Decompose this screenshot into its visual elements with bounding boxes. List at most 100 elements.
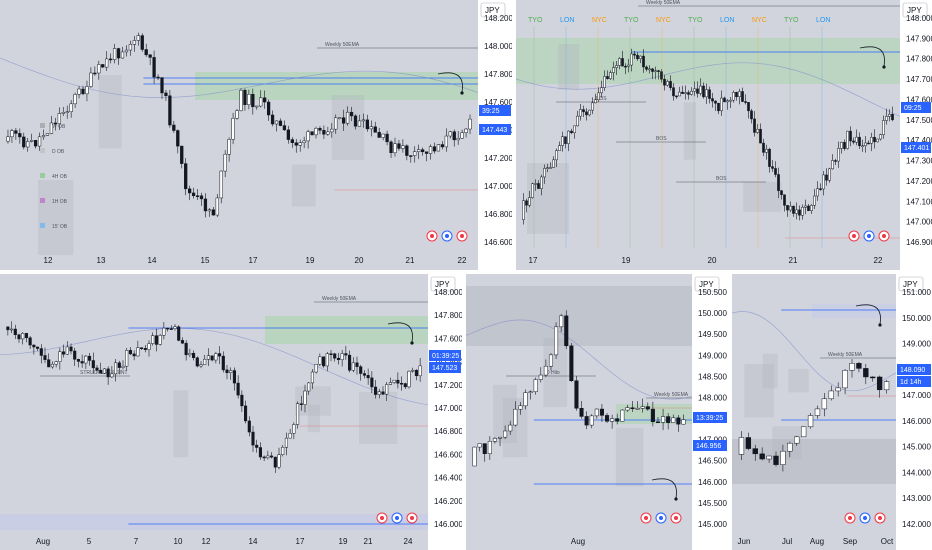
c1-ob-box-1 <box>37 179 74 255</box>
c1-candle-body-14 <box>61 112 65 114</box>
c4-candle-body-18 <box>564 315 569 347</box>
c2-candle-body-100 <box>822 174 825 190</box>
c1-candle-body-16 <box>69 103 73 113</box>
c3-candle-body-66 <box>251 431 255 446</box>
c5-candle-body-11 <box>814 408 821 416</box>
c3-event-icon-dot-0 <box>380 516 384 520</box>
c5-candle-body-20 <box>876 376 883 391</box>
c3-price-tick-7: 146.600 <box>434 450 462 459</box>
c2-candle-body-96 <box>810 205 813 211</box>
c2-session-7: NYC <box>752 17 767 24</box>
c1-candle-body-57 <box>231 117 235 140</box>
c1-legend-item-0: W OB <box>52 124 66 130</box>
c1-candle-body-47 <box>191 192 196 196</box>
c1-candle-body-8 <box>37 136 42 147</box>
chart-1-svg: Weekly 50EMAW OBD OB4H OB1H OB15' OBJPY1… <box>0 0 512 270</box>
c3-date-tick-6: 17 <box>296 537 305 546</box>
c1-candle-body-109 <box>436 144 441 152</box>
c2-candle-body-57 <box>693 88 696 92</box>
c1-candle-body-0 <box>6 136 10 142</box>
c5-candle-body-8 <box>794 436 800 444</box>
chart-panel-3[interactable]: Weekly 50EMA STRUCTURE POINT JPY 148.000 147… <box>0 274 462 550</box>
c2-candle-body-81 <box>765 148 768 153</box>
c2-date-tick-2: 20 <box>708 256 717 265</box>
c5-date-tick-3: Sep <box>843 537 858 546</box>
c3-candle-body-4 <box>21 333 25 340</box>
c1-candle-body-2 <box>14 130 18 134</box>
c4-price-tick-8: 146.500 <box>698 457 727 466</box>
c1-date-tick-0: 12 <box>44 256 53 265</box>
c4-candle-body-36 <box>655 421 661 423</box>
c3-date-tick-1: 5 <box>87 537 92 546</box>
c3-price-tick-8: 146.400 <box>434 474 462 483</box>
c3-zone-0 <box>265 316 428 344</box>
c4-candle-body-13 <box>538 374 543 380</box>
c3-candle-body-81 <box>307 382 311 392</box>
chart-panel-1[interactable]: Weekly 50EMA W OB D OB 4H OB 1H OB 15' OB JPY 1… <box>0 0 512 270</box>
c3-ob-box-3 <box>295 386 331 416</box>
chart-panel-2[interactable]: Weekly 50EMA BOS BOS BOS TYO LON NYC TYO NYC TYO L… <box>516 0 932 270</box>
c1-date-tick-7: 21 <box>406 256 415 265</box>
c3-price-tick-2: 147.600 <box>434 334 462 343</box>
c2-candle-body-0 <box>522 200 525 220</box>
chart-panel-5[interactable]: Weekly 50EMAJPY151.000150.000149.000148.… <box>732 274 932 550</box>
c4-candle-body-32 <box>635 408 640 410</box>
c2-candle-body-30 <box>612 67 615 73</box>
c1-candle-body-41 <box>168 95 172 126</box>
c3-candle-body-13 <box>54 361 58 365</box>
c1-candle-body-63 <box>255 105 259 108</box>
c1-candle-body-69 <box>278 120 283 126</box>
c3-candle-body-62 <box>236 382 240 396</box>
c1-candle-body-3 <box>18 133 22 138</box>
c2-candle-body-107 <box>843 142 846 149</box>
c3-date-tick-8: 21 <box>364 537 373 546</box>
c2-candle-body-31 <box>615 65 618 68</box>
c1-candle-body-96 <box>385 133 389 143</box>
c3-ob-box-0 <box>173 390 189 458</box>
c1-candle-body-98 <box>393 143 397 154</box>
c4-candle-body-12 <box>533 379 538 393</box>
c3-candle-body-24 <box>95 367 99 371</box>
c3-candle-body-95 <box>359 366 363 374</box>
c2-candle-body-24 <box>594 99 597 104</box>
c1-candle-body-51 <box>207 209 212 212</box>
c2-candle-body-46 <box>660 71 663 80</box>
c4-price-tick-2: 149.500 <box>698 330 727 339</box>
c4-event-icon-dot-2 <box>674 516 678 520</box>
c4-price-tick-4: 148.500 <box>698 372 727 381</box>
c1-legend-item-3: 1H OB <box>52 199 68 205</box>
c2-candle-body-54 <box>684 92 687 94</box>
c2-candle-body-22 <box>588 109 591 116</box>
c4-event-icon-dot-1 <box>659 516 663 520</box>
c3-candle-body-55 <box>210 355 214 361</box>
c3-candle-body-49 <box>188 352 192 356</box>
c1-candle-body-78 <box>314 128 318 136</box>
c3-candle-body-44 <box>169 328 173 330</box>
c1-candle-body-32 <box>132 40 136 45</box>
c2-candle-body-77 <box>753 118 756 133</box>
c4-price-tick-9: 146.000 <box>698 478 727 487</box>
c2-candle-body-9 <box>549 167 552 169</box>
c1-price-tick-1: 148.000 <box>484 42 512 51</box>
c3-candle-body-54 <box>206 355 210 360</box>
c2-candle-body-74 <box>744 101 747 103</box>
c4-candle-body-30 <box>625 407 630 411</box>
c2-candle-body-41 <box>645 66 648 70</box>
c5-candle-body-0 <box>738 437 745 455</box>
c2-candle-body-36 <box>630 53 633 66</box>
c3-candle-body-17 <box>69 346 73 352</box>
c4-candle-body-25 <box>599 408 604 416</box>
c3-date-tick-7: 19 <box>339 537 348 546</box>
c1-price-tick-6: 147.000 <box>484 182 512 191</box>
c1-candle-body-43 <box>176 130 180 147</box>
c2-price-tick-3: 147.700 <box>906 75 932 84</box>
c5-price-tick-4: 147.000 <box>902 391 931 400</box>
c1-candle-body-7 <box>33 140 38 147</box>
c2-candle-body-60 <box>702 85 705 98</box>
chart-panel-4[interactable]: Weekly 50EMA D Hilo JPY 150.500 150.000 149.5… <box>466 274 728 550</box>
c2-candle-body-49 <box>669 81 672 88</box>
c1-candle-body-45 <box>184 163 188 190</box>
c5-price-tick-8: 143.000 <box>902 494 931 503</box>
c2-session-0: TYO <box>528 17 543 24</box>
c4-candle-body-39 <box>671 417 676 423</box>
